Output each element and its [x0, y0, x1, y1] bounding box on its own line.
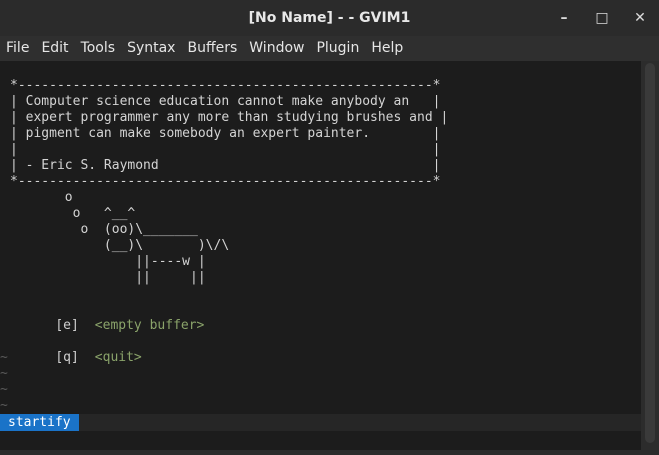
- menu-plugin[interactable]: Plugin: [310, 36, 365, 61]
- scrollbar-thumb[interactable]: [645, 63, 655, 443]
- close-button[interactable]: ✕: [621, 0, 659, 36]
- startify-entry-quit[interactable]: [q] <quit>: [24, 334, 142, 382]
- statusline-mode: startify: [0, 414, 79, 431]
- menu-edit[interactable]: Edit: [35, 36, 74, 61]
- window-title: [No Name] - - GVIM1: [248, 10, 411, 26]
- window-titlebar: [No Name] - - GVIM1 – □ ✕: [0, 0, 659, 36]
- minimize-button[interactable]: –: [545, 0, 583, 36]
- menu-file[interactable]: File: [0, 36, 35, 61]
- empty-line-tilde: ~: [0, 382, 8, 397]
- maximize-button[interactable]: □: [583, 0, 621, 36]
- menu-window[interactable]: Window: [243, 36, 310, 61]
- menu-syntax[interactable]: Syntax: [121, 36, 181, 61]
- window-bottom-edge: [0, 450, 659, 455]
- entry-label: <empty buffer>: [94, 318, 205, 333]
- editor-area[interactable]: *---------------------------------------…: [0, 61, 641, 450]
- empty-line-tilde: ~: [0, 366, 8, 381]
- menubar: File Edit Tools Syntax Buffers Window Pl…: [0, 36, 659, 61]
- statusline: startify: [0, 414, 641, 431]
- minimize-icon: –: [560, 10, 568, 26]
- menu-help[interactable]: Help: [365, 36, 409, 61]
- maximize-icon: □: [595, 10, 609, 26]
- entry-key: [q]: [55, 350, 79, 365]
- empty-line-tilde: ~: [0, 398, 8, 413]
- window-controls: – □ ✕: [545, 0, 659, 36]
- startify-banner: *---------------------------------------…: [10, 78, 449, 285]
- menu-buffers[interactable]: Buffers: [181, 36, 243, 61]
- vertical-scrollbar[interactable]: [641, 61, 659, 450]
- empty-line-tilde: ~: [0, 350, 8, 365]
- entry-label: <quit>: [94, 350, 142, 365]
- menu-tools[interactable]: Tools: [75, 36, 122, 61]
- close-icon: ✕: [634, 10, 646, 26]
- entry-key: [e]: [55, 318, 79, 333]
